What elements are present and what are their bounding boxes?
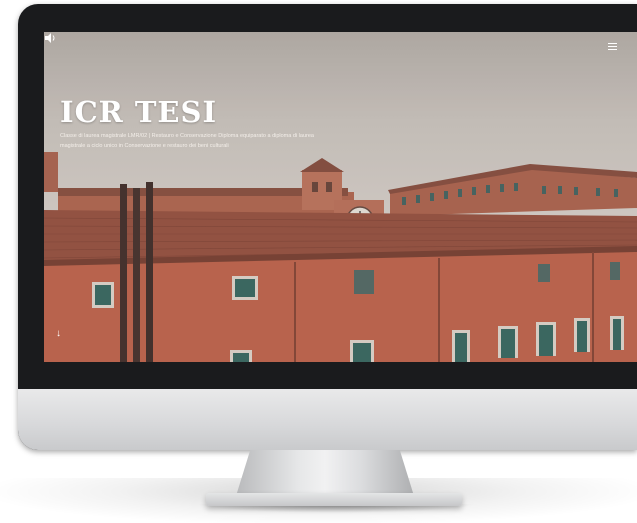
imac-monitor: ICR TESI Classe di laurea magistrale LMR… [18,4,637,450]
hero-building-photo [44,32,637,362]
menu-bar [608,46,617,47]
menu-bar [608,49,617,50]
monitor-stand [236,450,414,496]
hamburger-menu-icon[interactable] [608,43,617,50]
hero-subtitle: Classe di laurea magistrale LMR/02 | Res… [60,131,360,151]
arrow-down-icon[interactable]: ↓ [56,328,66,340]
speaker-icon[interactable] [44,32,56,44]
hero-subtitle-line-2: magistrale a ciclo unico in Conservazion… [60,143,229,149]
menu-bar [608,43,617,44]
website-screen: ICR TESI Classe di laurea magistrale LMR… [44,32,637,362]
hero-subtitle-line-1: Classe di laurea magistrale LMR/02 | Res… [60,133,314,139]
monitor-stand-base [206,493,462,506]
hero-title: ICR TESI [60,95,218,129]
monitor-chin [18,389,637,450]
photo-overlay [44,32,637,362]
